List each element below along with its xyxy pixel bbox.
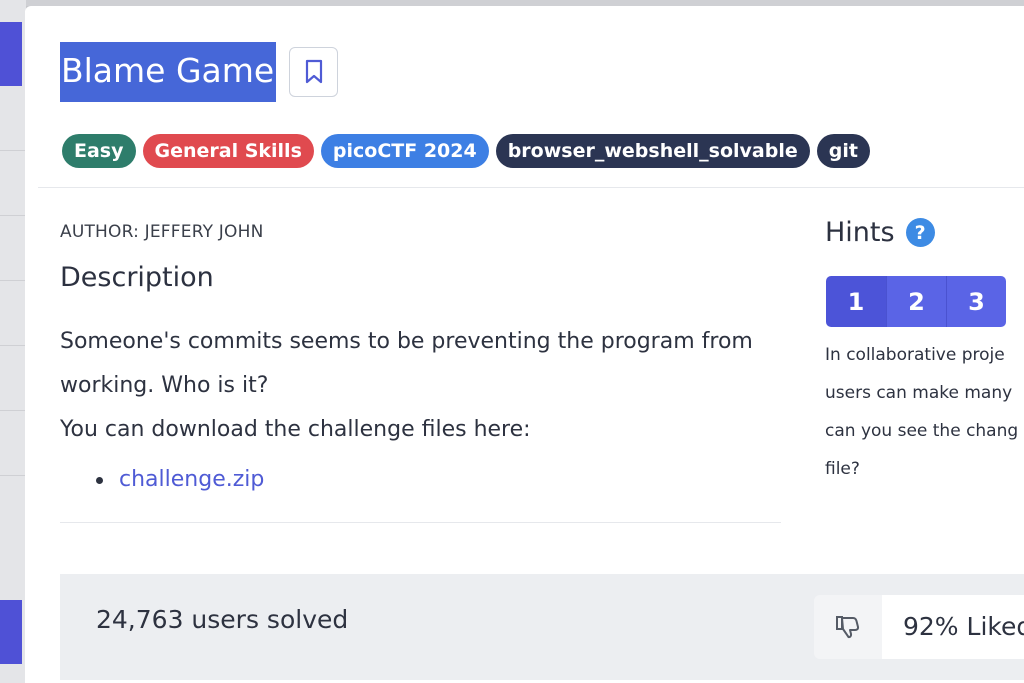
bookmark-icon: [305, 59, 322, 84]
background-page-sidebar: [0, 0, 26, 683]
description-divider: [60, 522, 781, 523]
description-line: working. Who is it?: [60, 373, 269, 398]
background-separator: [0, 280, 26, 281]
liked-percentage: 92% Liked: [882, 595, 1024, 659]
tag-webshell[interactable]: browser_webshell_solvable: [495, 134, 810, 168]
background-accent-block: [0, 22, 22, 86]
thumbs-down-icon: [836, 616, 860, 639]
hint-line: users can make many: [825, 383, 1013, 403]
solved-count: 24,763 users solved: [96, 605, 349, 634]
dislike-button[interactable]: [814, 595, 882, 659]
background-separator: [0, 410, 26, 411]
hint-line: In collaborative proje: [825, 345, 1005, 365]
background-separator: [0, 150, 26, 151]
hints-heading: Hints ?: [825, 217, 935, 248]
challenge-title[interactable]: Blame Game: [60, 42, 277, 102]
hint-tab-1[interactable]: 1: [826, 276, 886, 327]
challenge-file-link[interactable]: challenge.zip: [119, 458, 264, 502]
hint-tab-3[interactable]: 3: [946, 276, 1006, 327]
rating-box: 92% Liked: [814, 595, 1024, 659]
stats-bar: 24,763 users solved 92% Liked: [60, 574, 1024, 680]
bookmark-button[interactable]: [289, 47, 339, 97]
hints-title: Hints: [825, 217, 895, 248]
title-row: Blame Game: [60, 42, 339, 102]
description-line: You can download the challenge files her…: [60, 417, 531, 442]
tag-difficulty[interactable]: Easy: [62, 134, 136, 168]
author-label: AUTHOR: JEFFERY JOHN: [60, 222, 264, 242]
tag-category[interactable]: General Skills: [142, 134, 314, 168]
description-heading: Description: [60, 262, 214, 293]
hint-line: file?: [825, 459, 860, 479]
tag-list: Easy General Skills picoCTF 2024 browser…: [62, 134, 870, 168]
header-divider: [38, 187, 1024, 188]
hint-line: can you see the chang: [825, 421, 1019, 441]
description-line: Someone's commits seems to be preventing…: [60, 329, 753, 354]
background-separator: [0, 215, 26, 216]
tag-git[interactable]: git: [816, 134, 870, 168]
challenge-modal: Blame Game Easy General Skills picoCTF 2…: [25, 6, 1024, 683]
hint-tabs: 1 2 3: [826, 276, 1006, 327]
tag-event[interactable]: picoCTF 2024: [320, 134, 489, 168]
background-accent-block: [0, 600, 22, 664]
list-bullet: [96, 477, 103, 484]
hint-text: In collaborative proje users can make ma…: [825, 336, 1024, 488]
description-text: Someone's commits seems to be preventing…: [60, 320, 800, 452]
background-separator: [0, 475, 26, 476]
background-separator: [0, 345, 26, 346]
hint-tab-2[interactable]: 2: [886, 276, 946, 327]
help-icon[interactable]: ?: [905, 218, 935, 247]
